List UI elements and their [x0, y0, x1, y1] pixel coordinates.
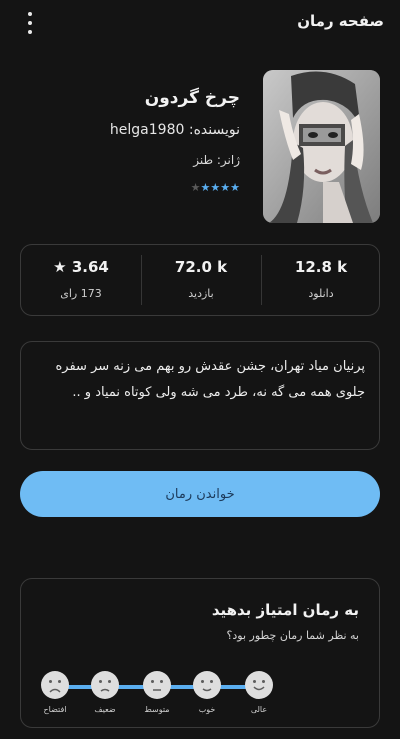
app-bar: صفحه رمان — [0, 0, 400, 46]
stats-card: 12.8 k دانلود 72.0 k بازدید ★ 3.64 173 ر… — [20, 244, 380, 316]
face-excellent-icon[interactable] — [245, 671, 273, 699]
rating-title: به رمان امتیاز بدهید — [211, 601, 359, 619]
genre-label: ژانر: طنز — [193, 153, 240, 167]
downloads-label: دانلود — [308, 287, 334, 300]
divider — [261, 255, 262, 305]
downloads-stat: 12.8 k دانلود — [261, 245, 381, 315]
views-value: 72.0 k — [174, 258, 228, 276]
page-title: صفحه رمان — [297, 12, 384, 30]
rating-stars: ★★★★★ — [191, 181, 240, 194]
book-title: چرخ گردون — [144, 88, 240, 108]
summary-text: پرنیان میاد تهران، جشن عقدش رو بهم می زن… — [55, 359, 366, 400]
summary-card: پرنیان میاد تهران، جشن عقدش رو بهم می زن… — [20, 341, 380, 450]
face-good-icon[interactable] — [193, 671, 221, 699]
votes-label: 173 رای — [60, 287, 102, 300]
divider — [141, 255, 142, 305]
rating-option-label: خوب — [198, 705, 216, 714]
rating-card: به رمان امتیاز بدهید به نظر شما رمان چطو… — [20, 578, 380, 728]
rating-option-label: ضعیف — [94, 705, 116, 714]
more-menu-icon[interactable] — [22, 12, 38, 34]
views-label: بازدید — [188, 287, 214, 300]
rating-option-label: متوسط — [144, 705, 170, 714]
book-cover-image[interactable] — [263, 70, 380, 223]
face-average-icon[interactable] — [143, 671, 171, 699]
rating-value: ★ 3.64 — [53, 258, 109, 276]
read-novel-button[interactable]: خواندن رمان — [20, 471, 380, 517]
downloads-value: 12.8 k — [294, 258, 348, 276]
rating-option-label: افتضاح — [43, 705, 67, 714]
rating-option-label: عالی — [250, 705, 268, 714]
rating-stat: ★ 3.64 173 رای — [21, 245, 141, 315]
rating-subtitle: به نظر شما رمان چطور بود؟ — [226, 629, 359, 642]
face-weak-icon[interactable] — [91, 671, 119, 699]
views-stat: 72.0 k بازدید — [141, 245, 261, 315]
author-label[interactable]: نویسنده: helga1980 — [110, 122, 240, 138]
star-icon: ★ — [190, 181, 201, 194]
star-icon: ★★★★ — [200, 181, 240, 194]
face-terrible-icon[interactable] — [41, 671, 69, 699]
